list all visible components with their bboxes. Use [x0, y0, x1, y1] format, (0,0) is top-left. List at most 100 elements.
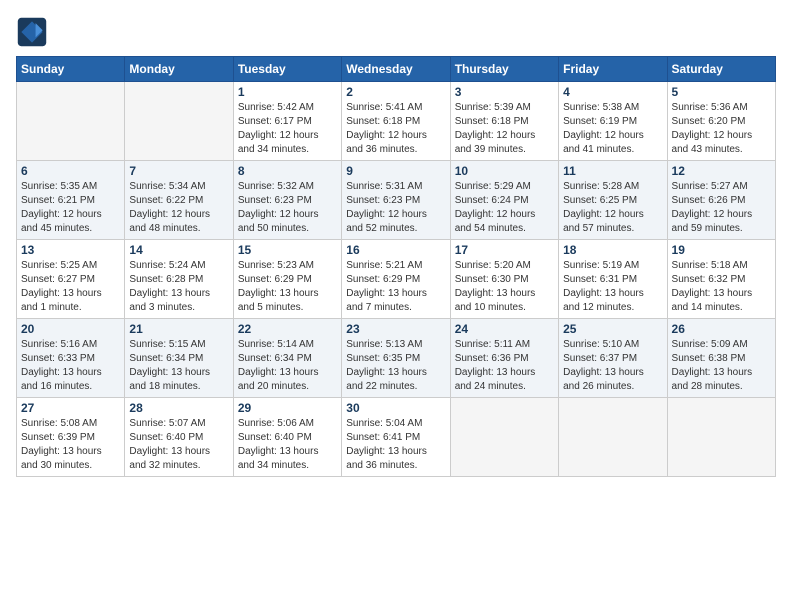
day-info: Sunrise: 5:07 AM Sunset: 6:40 PM Dayligh…: [129, 417, 228, 473]
day-info: Sunrise: 5:31 AM Sunset: 6:23 PM Dayligh…: [346, 180, 445, 236]
calendar-week-row: 6Sunrise: 5:35 AM Sunset: 6:21 PM Daylig…: [17, 161, 776, 240]
calendar-cell: 23 Sunrise: 5:13 AM Sunset: 6:35 PM Dayli…: [342, 319, 450, 398]
day-info: Sunrise: 5:38 AM Sunset: 6:19 PM Dayligh…: [563, 101, 662, 157]
day-info: Sunrise: 5:34 AM Sunset: 6:22 PM Dayligh…: [129, 180, 228, 236]
day-number: 10: [455, 164, 554, 178]
calendar-cell: 12Sunrise: 5:27 AM Sunset: 6:26 PM Dayli…: [667, 161, 775, 240]
calendar-cell: 4 Sunrise: 5:38 AM Sunset: 6:19 PM Daylig…: [559, 82, 667, 161]
calendar-cell: [17, 82, 125, 161]
calendar-cell: 2 Sunrise: 5:41 AM Sunset: 6:18 PM Daylig…: [342, 82, 450, 161]
day-info: Sunrise: 5:18 AM Sunset: 6:32 PM Dayligh…: [672, 259, 771, 315]
calendar-cell: 11Sunrise: 5:28 AM Sunset: 6:25 PM Dayli…: [559, 161, 667, 240]
day-info: Sunrise: 5:28 AM Sunset: 6:25 PM Dayligh…: [563, 180, 662, 236]
weekday-header: Thursday: [450, 57, 558, 82]
day-info: Sunrise: 5:41 AM Sunset: 6:18 PM Dayligh…: [346, 101, 445, 157]
calendar-cell: 7Sunrise: 5:34 AM Sunset: 6:22 PM Daylig…: [125, 161, 233, 240]
day-number: 8: [238, 164, 337, 178]
day-info: Sunrise: 5:36 AM Sunset: 6:20 PM Dayligh…: [672, 101, 771, 157]
day-info: Sunrise: 5:09 AM Sunset: 6:38 PM Dayligh…: [672, 338, 771, 394]
calendar-cell: 8 Sunrise: 5:32 AM Sunset: 6:23 PM Daylig…: [233, 161, 341, 240]
calendar-cell: 10 Sunrise: 5:29 AM Sunset: 6:24 PM Dayli…: [450, 161, 558, 240]
calendar-cell: 18 Sunrise: 5:19 AM Sunset: 6:31 PM Dayli…: [559, 240, 667, 319]
day-info: Sunrise: 5:10 AM Sunset: 6:37 PM Dayligh…: [563, 338, 662, 394]
calendar-week-row: 1 Sunrise: 5:42 AM Sunset: 6:17 PM Daylig…: [17, 82, 776, 161]
calendar-cell: [450, 398, 558, 477]
calendar-cell: 17 Sunrise: 5:20 AM Sunset: 6:30 PM Dayli…: [450, 240, 558, 319]
day-number: 21: [129, 322, 228, 336]
day-info: Sunrise: 5:19 AM Sunset: 6:31 PM Dayligh…: [563, 259, 662, 315]
calendar-cell: 30 Sunrise: 5:04 AM Sunset: 6:41 PM Dayli…: [342, 398, 450, 477]
calendar-cell: 25 Sunrise: 5:10 AM Sunset: 6:37 PM Dayli…: [559, 319, 667, 398]
day-info: Sunrise: 5:35 AM Sunset: 6:21 PM Dayligh…: [21, 180, 120, 236]
day-number: 4: [563, 85, 662, 99]
day-info: Sunrise: 5:39 AM Sunset: 6:18 PM Dayligh…: [455, 101, 554, 157]
day-number: 2: [346, 85, 445, 99]
logo-icon: [16, 16, 48, 48]
logo: [16, 16, 52, 48]
calendar-cell: 21 Sunrise: 5:15 AM Sunset: 6:34 PM Dayli…: [125, 319, 233, 398]
calendar-cell: 14 Sunrise: 5:24 AM Sunset: 6:28 PM Dayli…: [125, 240, 233, 319]
day-info: Sunrise: 5:42 AM Sunset: 6:17 PM Dayligh…: [238, 101, 337, 157]
day-info: Sunrise: 5:06 AM Sunset: 6:40 PM Dayligh…: [238, 417, 337, 473]
day-info: Sunrise: 5:13 AM Sunset: 6:35 PM Dayligh…: [346, 338, 445, 394]
day-number: 16: [346, 243, 445, 257]
calendar-cell: 6Sunrise: 5:35 AM Sunset: 6:21 PM Daylig…: [17, 161, 125, 240]
day-number: 14: [129, 243, 228, 257]
day-number: 20: [21, 322, 120, 336]
day-number: 22: [238, 322, 337, 336]
calendar-cell: [125, 82, 233, 161]
calendar-cell: 5 Sunrise: 5:36 AM Sunset: 6:20 PM Daylig…: [667, 82, 775, 161]
day-info: Sunrise: 5:24 AM Sunset: 6:28 PM Dayligh…: [129, 259, 228, 315]
day-info: Sunrise: 5:11 AM Sunset: 6:36 PM Dayligh…: [455, 338, 554, 394]
calendar-cell: 3 Sunrise: 5:39 AM Sunset: 6:18 PM Daylig…: [450, 82, 558, 161]
calendar-cell: 1 Sunrise: 5:42 AM Sunset: 6:17 PM Daylig…: [233, 82, 341, 161]
day-info: Sunrise: 5:23 AM Sunset: 6:29 PM Dayligh…: [238, 259, 337, 315]
calendar-cell: 15 Sunrise: 5:23 AM Sunset: 6:29 PM Dayli…: [233, 240, 341, 319]
calendar-cell: 13 Sunrise: 5:25 AM Sunset: 6:27 PM Dayli…: [17, 240, 125, 319]
day-info: Sunrise: 5:16 AM Sunset: 6:33 PM Dayligh…: [21, 338, 120, 394]
day-number: 26: [672, 322, 771, 336]
day-info: Sunrise: 5:21 AM Sunset: 6:29 PM Dayligh…: [346, 259, 445, 315]
weekday-header: Wednesday: [342, 57, 450, 82]
day-number: 29: [238, 401, 337, 415]
calendar-body: 1 Sunrise: 5:42 AM Sunset: 6:17 PM Daylig…: [17, 82, 776, 477]
day-number: 9: [346, 164, 445, 178]
calendar-cell: 24 Sunrise: 5:11 AM Sunset: 6:36 PM Dayli…: [450, 319, 558, 398]
weekday-header: Friday: [559, 57, 667, 82]
day-number: 13: [21, 243, 120, 257]
day-number: 15: [238, 243, 337, 257]
calendar-cell: 28 Sunrise: 5:07 AM Sunset: 6:40 PM Dayli…: [125, 398, 233, 477]
day-number: 12: [672, 164, 771, 178]
day-number: 25: [563, 322, 662, 336]
calendar-cell: 9 Sunrise: 5:31 AM Sunset: 6:23 PM Daylig…: [342, 161, 450, 240]
calendar-week-row: 20 Sunrise: 5:16 AM Sunset: 6:33 PM Dayli…: [17, 319, 776, 398]
day-number: 24: [455, 322, 554, 336]
day-number: 5: [672, 85, 771, 99]
day-info: Sunrise: 5:29 AM Sunset: 6:24 PM Dayligh…: [455, 180, 554, 236]
calendar-cell: 27Sunrise: 5:08 AM Sunset: 6:39 PM Dayli…: [17, 398, 125, 477]
day-number: 30: [346, 401, 445, 415]
calendar-cell: [559, 398, 667, 477]
day-info: Sunrise: 5:08 AM Sunset: 6:39 PM Dayligh…: [21, 417, 120, 473]
weekday-header: Monday: [125, 57, 233, 82]
calendar-cell: [667, 398, 775, 477]
day-info: Sunrise: 5:32 AM Sunset: 6:23 PM Dayligh…: [238, 180, 337, 236]
day-info: Sunrise: 5:15 AM Sunset: 6:34 PM Dayligh…: [129, 338, 228, 394]
day-number: 28: [129, 401, 228, 415]
calendar-cell: 20 Sunrise: 5:16 AM Sunset: 6:33 PM Dayli…: [17, 319, 125, 398]
day-number: 1: [238, 85, 337, 99]
calendar: SundayMondayTuesdayWednesdayThursdayFrid…: [16, 56, 776, 477]
day-number: 3: [455, 85, 554, 99]
weekday-header: Sunday: [17, 57, 125, 82]
calendar-header-row: SundayMondayTuesdayWednesdayThursdayFrid…: [17, 57, 776, 82]
day-info: Sunrise: 5:04 AM Sunset: 6:41 PM Dayligh…: [346, 417, 445, 473]
day-info: Sunrise: 5:14 AM Sunset: 6:34 PM Dayligh…: [238, 338, 337, 394]
calendar-week-row: 13 Sunrise: 5:25 AM Sunset: 6:27 PM Dayli…: [17, 240, 776, 319]
day-number: 18: [563, 243, 662, 257]
day-info: Sunrise: 5:25 AM Sunset: 6:27 PM Dayligh…: [21, 259, 120, 315]
calendar-week-row: 27Sunrise: 5:08 AM Sunset: 6:39 PM Dayli…: [17, 398, 776, 477]
day-number: 23: [346, 322, 445, 336]
day-info: Sunrise: 5:20 AM Sunset: 6:30 PM Dayligh…: [455, 259, 554, 315]
calendar-cell: 19Sunrise: 5:18 AM Sunset: 6:32 PM Dayli…: [667, 240, 775, 319]
day-number: 17: [455, 243, 554, 257]
